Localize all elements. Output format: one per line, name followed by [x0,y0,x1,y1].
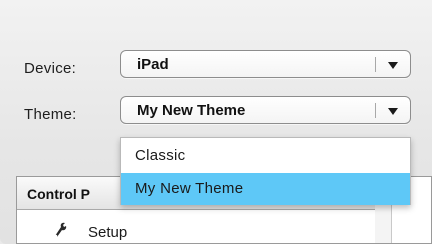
chevron-down-icon [388,62,398,69]
sidebar-item-label: Setup [88,224,128,241]
theme-dropdown-menu: Classic My New Theme [120,137,411,205]
select-divider [375,57,376,72]
device-select[interactable]: iPad [120,50,411,78]
device-label: Device: [24,60,77,77]
theme-label: Theme: [24,106,77,123]
device-select-value: iPad [137,56,169,73]
sidebar-item-setup[interactable]: Setup [17,210,375,244]
theme-option-classic[interactable]: Classic [121,140,410,172]
theme-select-value: My New Theme [137,102,246,119]
settings-window: Device: iPad Theme: My New Theme Control… [0,0,432,244]
select-divider [375,103,376,118]
chevron-down-icon [388,108,398,115]
setup-icon [54,222,67,238]
control-panel-title: Control P [27,186,90,202]
theme-select[interactable]: My New Theme [120,96,411,124]
theme-option-my-new-theme[interactable]: My New Theme [121,173,410,205]
